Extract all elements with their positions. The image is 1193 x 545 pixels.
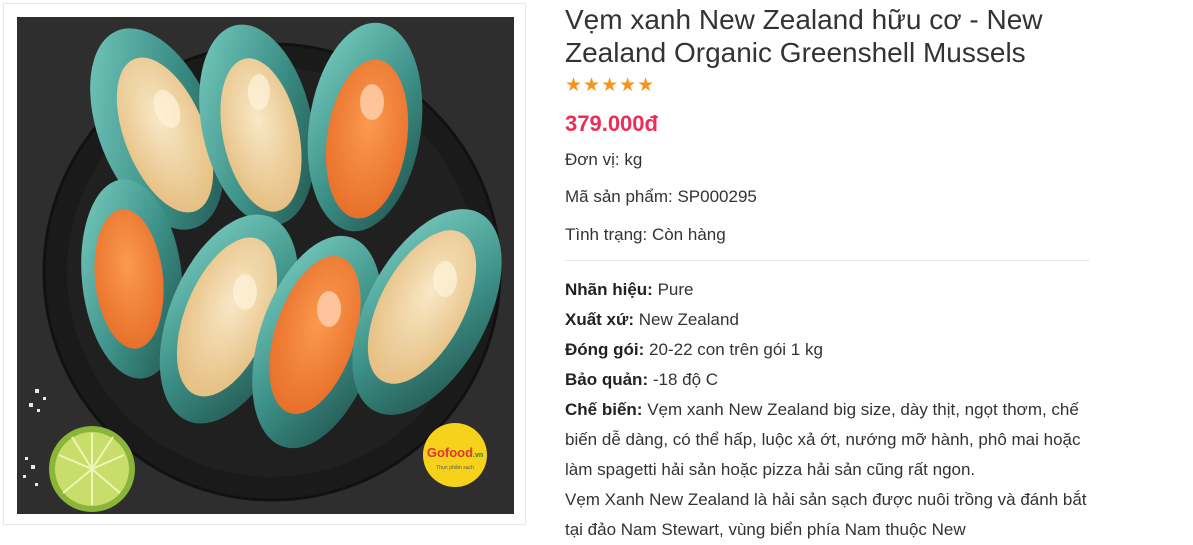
origin-label: Xuất xứ: [565,310,634,329]
product-price: 379.000đ [565,111,658,136]
origin-value: New Zealand [638,310,739,329]
status-label: Tình trạng: [565,225,648,244]
pack-value: 20-22 con trên gói 1 kg [649,340,823,359]
processing-row: Chế biến: Vẹm xanh New Zealand big size,… [565,395,1095,485]
extra-description: Vẹm Xanh New Zealand là hải sản sạch đượ… [565,490,1087,539]
rating-stars[interactable]: ★★★★★ [565,74,655,97]
sku-row: Mã sản phẩm: SP000295 [565,187,757,207]
sku-label: Mã sản phẩm: [565,187,673,206]
unit-value: kg [624,150,643,169]
product-image-frame[interactable]: Gofood.vn Thực phẩm sạch [3,3,526,525]
packing-row: Đóng gói: 20-22 con trên gói 1 kg [565,335,1095,365]
brand-value: Pure [657,280,694,299]
sku-value: SP000295 [677,187,757,206]
gofood-logo: Gofood.vn Thực phẩm sạch [423,423,487,487]
brand-label: Nhãn hiệu: [565,280,653,299]
logo-tagline: Thực phẩm sạch [436,464,474,471]
storage-value: -18 độ C [652,370,719,389]
product-image[interactable]: Gofood.vn Thực phẩm sạch [17,17,514,514]
product-title: Vẹm xanh New Zealand hữu cơ - New Zealan… [565,4,1043,68]
unit-label: Đơn vị: [565,150,620,169]
storage-row: Bảo quản: -18 độ C [565,365,1095,395]
product-description: Nhãn hiệu: Pure Xuất xứ: New Zealand Đón… [565,275,1095,545]
unit-row: Đơn vị: kg [565,150,642,170]
process-label: Chế biến: [565,400,643,419]
pack-label: Đóng gói: [565,340,645,359]
stock-status-row: Tình trạng: Còn hàng [565,225,726,245]
divider [565,260,1090,261]
logo-text: Gofood [427,445,473,460]
brand-row: Nhãn hiệu: Pure [565,275,1095,305]
process-value: Vẹm xanh New Zealand big size, dày thịt,… [565,400,1081,479]
status-value: Còn hàng [651,225,726,244]
storage-label: Bảo quản: [565,370,649,389]
origin-row: Xuất xứ: New Zealand [565,305,1095,335]
lime-slice [49,426,135,512]
